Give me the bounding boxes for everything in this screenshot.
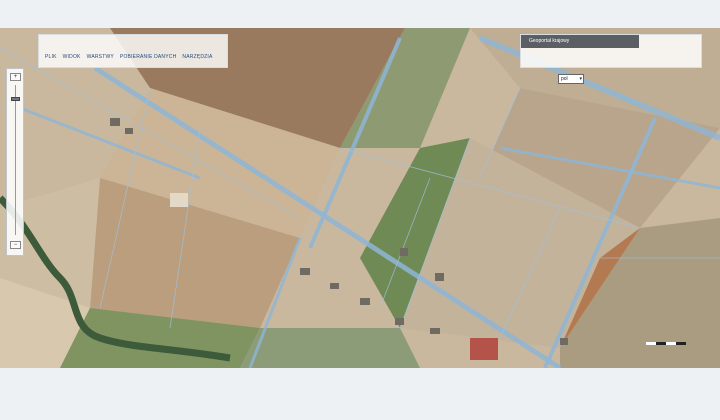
zoom-control: + − xyxy=(6,68,24,256)
scale-segment xyxy=(656,342,666,345)
menu-item-warstwy[interactable]: WARSTWY xyxy=(87,54,114,60)
farm-yard xyxy=(170,193,188,207)
layer-select-value: pol xyxy=(561,76,568,82)
top-toolbar: PLIK WIDOK WARSTWY POBIERANIE DANYCH NAR… xyxy=(38,34,228,68)
menu-item-plik[interactable]: PLIK xyxy=(45,54,57,60)
scale-segment xyxy=(666,342,676,345)
map-view[interactable] xyxy=(0,28,720,368)
main-menu: PLIK WIDOK WARSTWY POBIERANIE DANYCH NAR… xyxy=(45,54,213,60)
zoom-slider-track[interactable] xyxy=(15,85,16,235)
scale-bar xyxy=(646,340,690,346)
layers-panel: Geoportal krajowy xyxy=(520,34,702,68)
menu-item-widok[interactable]: WIDOK xyxy=(63,54,81,60)
menu-item-pobieranie-danych[interactable]: POBIERANIE DANYCH xyxy=(120,54,176,60)
layer-select[interactable]: pol ▾ xyxy=(558,74,584,84)
scale-segment xyxy=(676,342,686,345)
zoom-in-button[interactable]: + xyxy=(10,73,21,81)
village-south xyxy=(240,328,420,368)
menu-item-narzedzia[interactable]: NARZĘDZIA xyxy=(182,54,212,60)
aerial-map-imagery[interactable] xyxy=(0,28,720,368)
zoom-slider-thumb[interactable] xyxy=(11,97,20,101)
chevron-down-icon: ▾ xyxy=(579,76,582,82)
red-roof-building xyxy=(470,338,498,360)
scale-segment xyxy=(646,342,656,345)
zoom-out-button[interactable]: − xyxy=(10,241,21,249)
panel-title: Geoportal krajowy xyxy=(521,35,639,48)
